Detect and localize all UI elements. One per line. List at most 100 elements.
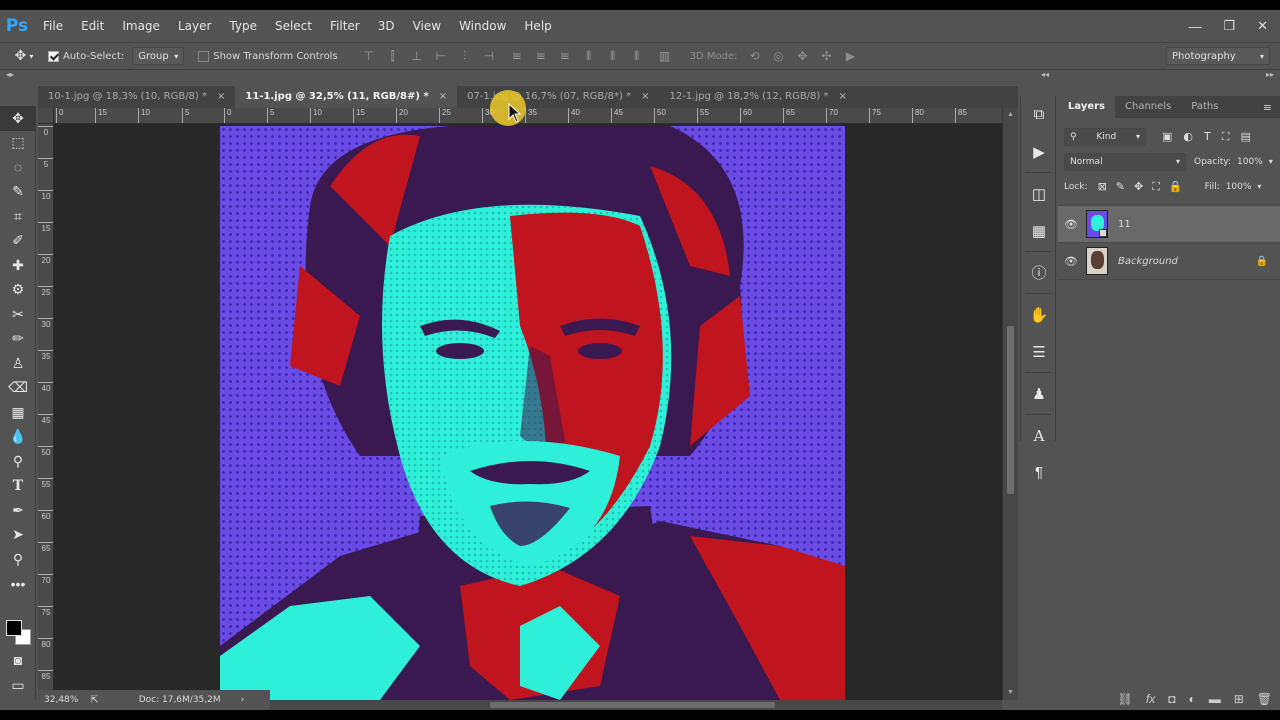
menu-image[interactable]: Image (113, 10, 169, 42)
scroll-down-icon[interactable]: ▼ (1007, 689, 1014, 696)
lock-transparent-icon[interactable]: ⊠ (1098, 180, 1107, 194)
brush-tool-icon[interactable]: ✏ (0, 327, 36, 352)
align-bottom-icon[interactable]: ⊥ (410, 49, 424, 64)
distribute-right-icon[interactable]: ⦀ (630, 49, 644, 64)
menu-3d[interactable]: 3D (369, 10, 404, 42)
eraser-tool-icon[interactable]: ⌫ (0, 376, 36, 401)
distribute-bottom-icon[interactable]: ≡ (558, 49, 572, 64)
menu-filter[interactable]: Filter (321, 10, 369, 42)
drag-3d-icon[interactable]: ✥ (796, 49, 810, 63)
delete-layer-icon[interactable]: 🗑 (1257, 692, 1272, 706)
lock-all-icon[interactable]: 🔒 (1169, 180, 1183, 194)
close-tab-icon[interactable]: × (641, 86, 649, 108)
lock-icon[interactable]: 🔒 (1256, 256, 1268, 267)
collapse-panels-icon[interactable]: ▸▸ (1266, 70, 1274, 88)
lasso-tool-icon[interactable]: ◌ (0, 155, 36, 180)
menu-window[interactable]: Window (450, 10, 515, 42)
auto-select-target-dropdown[interactable]: Group ▾ (132, 47, 185, 65)
color-swatches[interactable] (5, 618, 33, 648)
chevron-down-icon[interactable]: ▾ (1269, 157, 1273, 166)
menu-select[interactable]: Select (266, 10, 321, 42)
swatches-grid-icon[interactable]: ▦ (1021, 212, 1057, 249)
align-hcenter-icon[interactable]: ⫶ (458, 49, 472, 64)
blend-mode-dropdown[interactable]: Normal ▾ (1064, 152, 1186, 171)
lock-pixels-icon[interactable]: ✎ (1116, 180, 1125, 194)
tab-channels[interactable]: Channels (1115, 96, 1181, 118)
new-layer-icon[interactable]: ⊞ (1234, 692, 1244, 706)
gradient-tool-icon[interactable]: ▦ (0, 400, 36, 425)
distribute-left-icon[interactable]: ⦀ (582, 49, 596, 64)
ruler-origin[interactable] (38, 108, 54, 124)
adjustments-icon[interactable]: ☰ (1021, 333, 1057, 370)
screen-mode-icon[interactable]: ▭ (0, 673, 36, 698)
align-vcenter-icon[interactable]: ⫿ (386, 49, 400, 64)
filter-pixel-icon[interactable]: ▣ (1162, 130, 1172, 144)
close-tab-icon[interactable]: × (439, 86, 447, 108)
fill-value[interactable]: 100% (1226, 182, 1252, 192)
camera-3d-icon[interactable]: ▶ (844, 49, 858, 63)
align-right-icon[interactable]: ⊣ (482, 49, 496, 64)
document-tab[interactable]: 10-1.jpg @ 18,3% (10, RGB/8) * × (38, 86, 235, 108)
tab-paths[interactable]: Paths (1181, 96, 1228, 118)
scroll-up-icon[interactable]: ▲ (1007, 111, 1014, 118)
align-left-icon[interactable]: ⊢ (434, 49, 448, 64)
minimize-button[interactable]: — (1188, 19, 1201, 34)
filter-adjustment-icon[interactable]: ◐ (1183, 130, 1193, 144)
auto-align-icon[interactable]: ▥ (658, 49, 672, 63)
document-tab[interactable]: 07-1.jpg @ 16,7% (07, RGB/8*) * × (457, 86, 659, 108)
actions-icon[interactable]: ▶ (1021, 133, 1057, 170)
more-tools-icon[interactable]: ••• (0, 572, 36, 597)
pen-tool-icon[interactable]: ✒ (0, 498, 36, 523)
lock-artboard-icon[interactable]: ⛶ (1152, 180, 1160, 194)
collapse-toolbar-icon[interactable]: ◂▸ (6, 70, 14, 88)
filter-kind-dropdown[interactable]: ⚲ Kind ▾ (1064, 127, 1146, 146)
clone-stamp-tool-icon[interactable]: ♙ (0, 351, 36, 376)
horizontal-scrollbar[interactable] (270, 700, 1002, 710)
zoom-tool-icon[interactable]: ⚲ (0, 547, 36, 572)
brush-presets-icon[interactable]: ✋ (1021, 296, 1057, 333)
zoom-level[interactable]: 32,48% (44, 695, 78, 705)
vertical-scrollbar[interactable]: ▲ ▼ (1002, 108, 1018, 700)
document-tab[interactable]: 12-1.jpg @ 18,2% (12, RGB/8) * × (659, 86, 856, 108)
libraries-icon[interactable]: ◫ (1021, 175, 1057, 212)
opacity-value[interactable]: 100% (1237, 157, 1263, 167)
layer-row[interactable]: 👁 Background 🔒 (1058, 243, 1280, 280)
menu-view[interactable]: View (404, 10, 450, 42)
menu-help[interactable]: Help (515, 10, 560, 42)
status-menu-icon[interactable]: › (241, 695, 245, 705)
layer-style-icon[interactable]: fx (1146, 692, 1155, 706)
chevron-down-icon[interactable]: ▾ (1257, 182, 1261, 191)
link-layers-icon[interactable]: ⛓ (1118, 692, 1133, 706)
document-canvas[interactable] (220, 126, 845, 700)
distribute-hcenter-icon[interactable]: ⦀ (606, 49, 620, 64)
layer-row[interactable]: 👁 11 (1058, 206, 1280, 243)
blur-tool-icon[interactable]: 💧 (0, 425, 36, 450)
distribute-top-icon[interactable]: ≡ (510, 49, 524, 64)
filter-shape-icon[interactable]: ⛶ (1222, 130, 1230, 144)
menu-type[interactable]: Type (220, 10, 266, 42)
eyedropper-tool-icon[interactable]: ✐ (0, 229, 36, 254)
quick-mask-icon[interactable]: ◙ (0, 648, 36, 673)
character-icon[interactable]: A (1021, 417, 1057, 454)
menu-edit[interactable]: Edit (72, 10, 113, 42)
healing-brush-tool-icon[interactable]: ✚ (0, 253, 36, 278)
paragraph-icon[interactable]: ¶ (1021, 454, 1057, 491)
filter-type-icon[interactable]: T (1204, 130, 1211, 144)
distribute-vcenter-icon[interactable]: ≡ (534, 49, 548, 64)
info-icon[interactable]: ⓘ (1021, 254, 1057, 291)
align-top-icon[interactable]: ⊤ (362, 49, 376, 64)
scroll-thumb[interactable] (1007, 326, 1014, 494)
document-size[interactable]: Doc: 17,6M/35,2M (139, 695, 221, 705)
marquee-tool-icon[interactable]: ⬚ (0, 131, 36, 156)
path-select-tool-icon[interactable]: ➤ (0, 523, 36, 548)
type-tool-icon[interactable]: T (0, 474, 36, 499)
scroll-thumb[interactable] (490, 702, 775, 708)
workspace-switcher[interactable]: Photography ▾ (1166, 47, 1270, 65)
clone-source-icon[interactable]: ♟ (1021, 375, 1057, 412)
canvas-area[interactable] (54, 124, 1002, 700)
new-group-icon[interactable]: ▬ (1209, 692, 1221, 706)
foreground-color-swatch[interactable] (6, 620, 22, 636)
close-tab-icon[interactable]: × (217, 86, 225, 108)
close-tab-icon[interactable]: × (839, 86, 847, 108)
restore-button[interactable]: ❐ (1223, 18, 1235, 34)
